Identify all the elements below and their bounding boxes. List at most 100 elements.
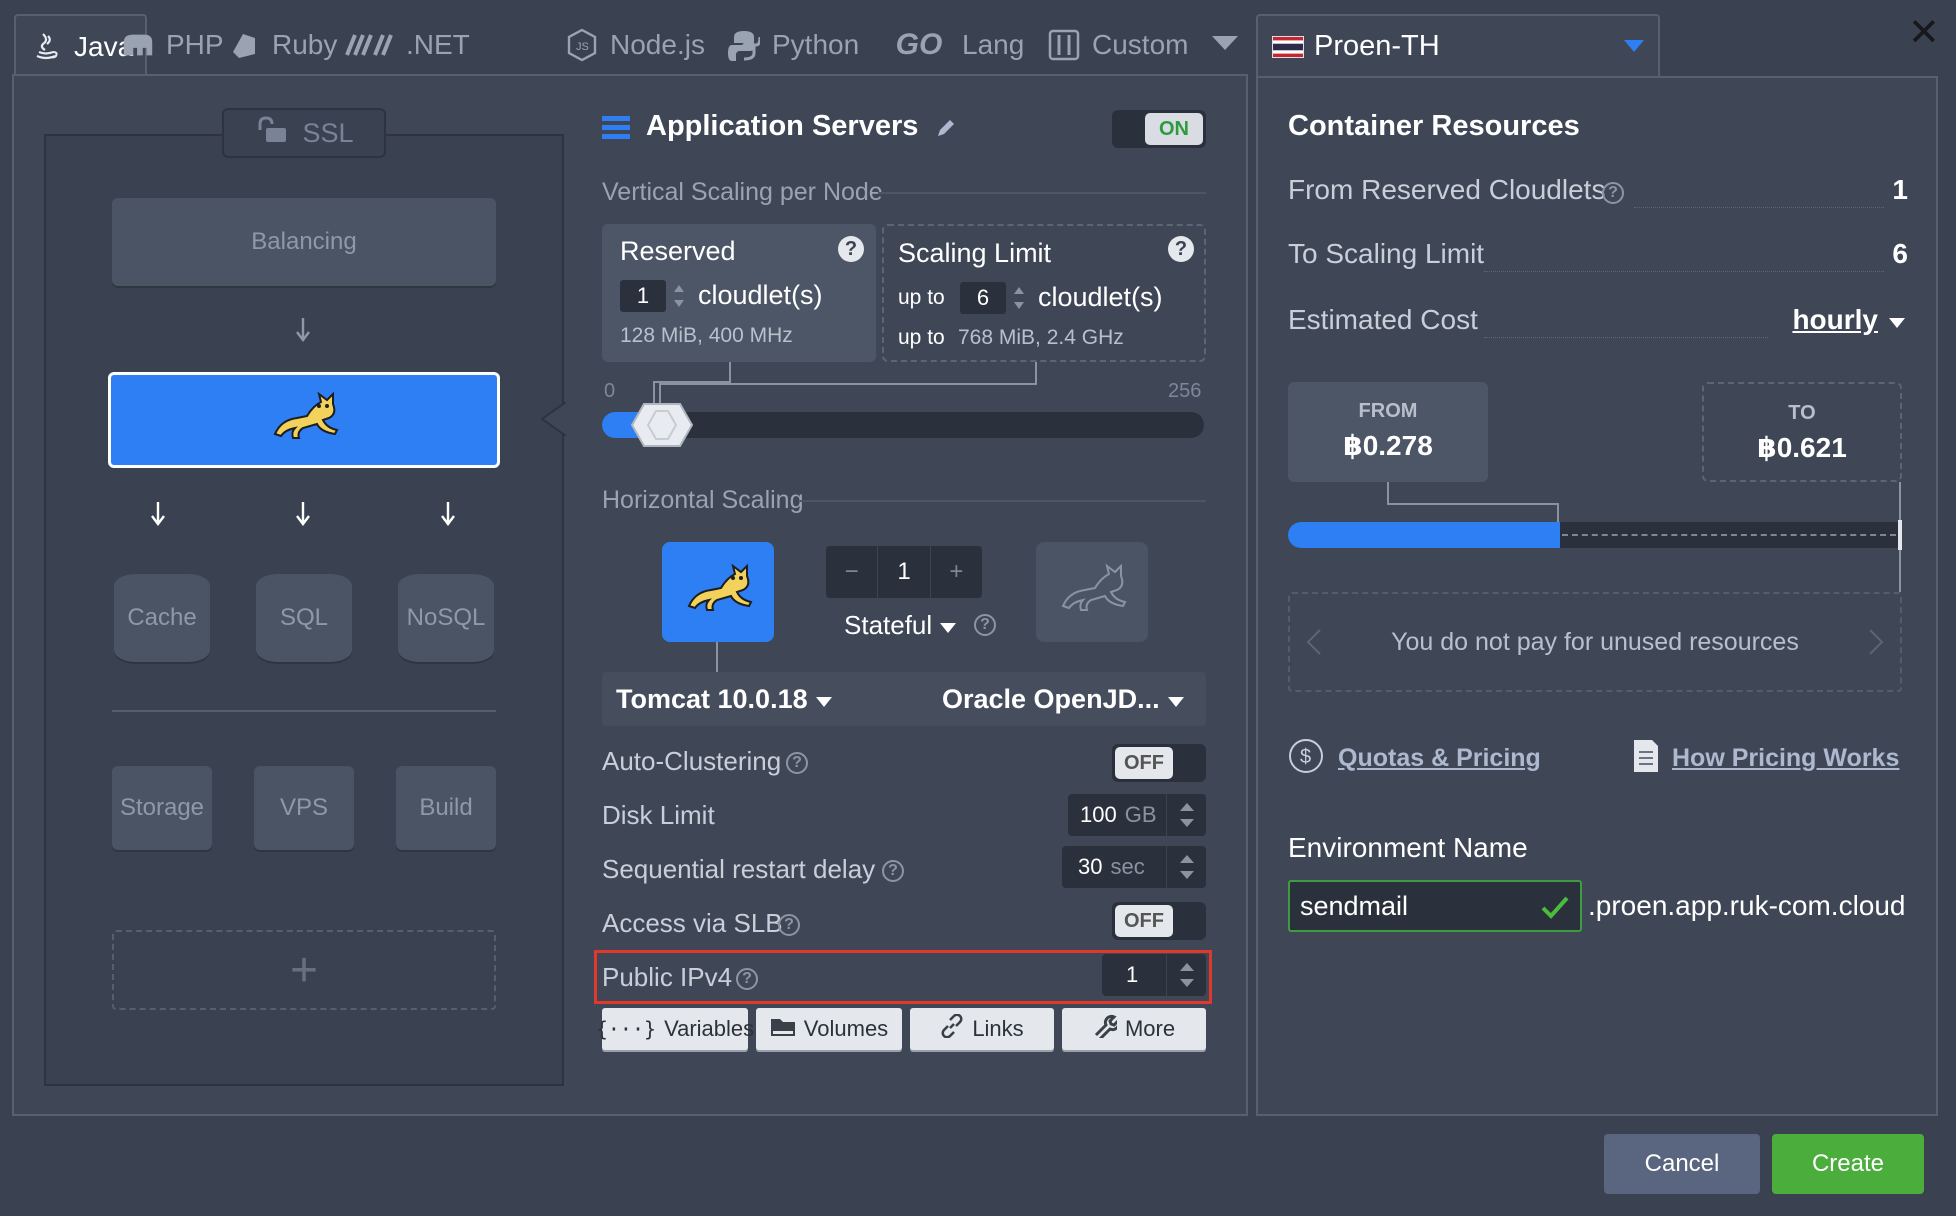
node-instance-placeholder[interactable]	[1036, 542, 1148, 642]
tab-custom[interactable]: Custom	[1046, 14, 1188, 76]
slb-toggle[interactable]: OFF	[1112, 902, 1206, 940]
jdk-dropdown[interactable]: Oracle OpenJD...	[942, 684, 1185, 715]
help-icon[interactable]: ?	[882, 860, 904, 882]
container-resources-title: Container Resources	[1288, 110, 1580, 142]
restart-delay-input[interactable]: 30 sec	[1062, 846, 1206, 888]
from-price: ฿0.278	[1343, 430, 1433, 461]
tab-nodejs[interactable]: JS Node.js	[564, 14, 705, 76]
disk-limit-value: 100	[1080, 802, 1117, 827]
build-node[interactable]: Build	[396, 766, 496, 850]
reserved-title: Reserved	[620, 236, 736, 266]
spinner-arrows-icon[interactable]	[1166, 794, 1206, 836]
create-button[interactable]: Create	[1772, 1134, 1924, 1194]
links-label: Links	[972, 1016, 1024, 1041]
scaling-limit-input[interactable]: 6	[960, 282, 1006, 314]
to-price-box: TO ฿0.621	[1702, 382, 1902, 482]
to-scaling-value: 6	[1892, 238, 1908, 269]
to-head: TO	[1788, 402, 1816, 424]
unlock-icon	[254, 115, 288, 151]
sql-node[interactable]: SQL	[256, 574, 352, 662]
jdk-label: Oracle OpenJD...	[942, 684, 1160, 714]
app-servers-title: Application Servers	[646, 110, 919, 142]
volumes-button[interactable]: Volumes	[756, 1008, 902, 1050]
how-pricing-works-link[interactable]: How Pricing Works	[1632, 738, 1899, 779]
tab-ruby[interactable]: Ruby	[226, 14, 337, 76]
scaling-limit-title: Scaling Limit	[898, 238, 1052, 268]
help-icon[interactable]: ?	[1602, 182, 1624, 204]
unused-resources-note: You do not pay for unused resources	[1288, 592, 1902, 692]
more-tabs-chevron-icon[interactable]	[1205, 32, 1240, 58]
spinner-arrows-icon[interactable]	[1012, 284, 1026, 317]
tab-label: PHP	[166, 29, 224, 60]
disk-limit-row: Disk Limit 100 GB	[602, 794, 1206, 838]
cache-label: Cache	[127, 604, 197, 631]
restart-delay-label: Sequential restart delay	[602, 854, 876, 884]
toggle-state: ON	[1145, 113, 1203, 145]
help-icon[interactable]: ?	[838, 236, 864, 262]
node-instance-active[interactable]	[662, 542, 774, 642]
auto-clustering-toggle[interactable]: OFF	[1112, 744, 1206, 782]
more-button[interactable]: More	[1062, 1008, 1206, 1050]
spinner-arrows-icon[interactable]	[1166, 846, 1206, 888]
environment-name-input[interactable]: sendmail	[1288, 880, 1582, 932]
active-node-pointer	[540, 402, 566, 436]
chevron-down-icon	[1167, 684, 1185, 714]
node-count-value[interactable]: 1	[877, 546, 931, 598]
arrow-down-icon	[150, 502, 166, 532]
variables-button[interactable]: {···} Variables	[596, 1008, 754, 1050]
app-servers-toggle[interactable]: ON	[1112, 110, 1206, 148]
stack-version-dropdown[interactable]: Tomcat 10.0.18	[616, 684, 833, 715]
pencil-icon[interactable]	[934, 116, 958, 145]
app-server-node[interactable]	[108, 372, 500, 468]
layers-icon	[602, 114, 630, 147]
disk-limit-input[interactable]: 100 GB	[1068, 794, 1206, 836]
scaling-limit-spec: 768 MiB, 2.4 GHz	[958, 326, 1124, 349]
balancing-node[interactable]: Balancing	[112, 198, 496, 286]
help-icon[interactable]: ?	[974, 614, 996, 636]
svg-text:JS: JS	[576, 41, 589, 53]
tomcat-icon	[681, 562, 755, 623]
tab-label: Ruby	[272, 29, 338, 60]
link-icon	[940, 1013, 964, 1044]
help-icon[interactable]: ?	[1168, 236, 1194, 262]
custom-icon	[1046, 27, 1082, 63]
increment-button[interactable]: +	[931, 546, 982, 598]
spinner-arrows-icon[interactable]	[672, 282, 686, 315]
ssl-toggle[interactable]: SSL	[222, 108, 386, 158]
decrement-button[interactable]: −	[826, 546, 877, 598]
add-node-button[interactable]: +	[112, 930, 496, 1010]
cancel-button[interactable]: Cancel	[1604, 1134, 1760, 1194]
tab-label: .NET	[406, 29, 470, 60]
go-icon: GO	[895, 28, 943, 61]
reserved-card: Reserved ? 1 cloudlet(s) 128 MiB, 400 MH…	[602, 224, 876, 362]
vps-node[interactable]: VPS	[254, 766, 354, 850]
quotas-pricing-link[interactable]: $ Quotas & Pricing	[1288, 738, 1541, 779]
environment-name-label: Environment Name	[1288, 832, 1528, 863]
mode-label: Stateful	[844, 610, 933, 640]
nosql-node[interactable]: NoSQL	[398, 574, 494, 662]
help-icon[interactable]: ?	[778, 914, 800, 936]
chevron-left-icon[interactable]	[1306, 628, 1322, 663]
close-icon[interactable]: ✕	[1908, 14, 1940, 52]
mode-dropdown[interactable]: Stateful	[844, 610, 957, 641]
restart-delay-unit: sec	[1110, 854, 1145, 879]
cache-node[interactable]: Cache	[114, 574, 210, 662]
slider-handle[interactable]	[622, 398, 702, 457]
chevron-right-icon[interactable]	[1868, 628, 1884, 663]
arrow-down-icon	[295, 318, 311, 348]
tab-php[interactable]: PHP	[120, 14, 224, 76]
help-icon[interactable]: ?	[786, 752, 808, 774]
reserved-cloudlets-input[interactable]: 1	[620, 280, 666, 312]
tab-go[interactable]: GO Lang	[886, 14, 1025, 76]
storage-label: Storage	[119, 794, 205, 821]
region-selector[interactable]: Proen-TH	[1256, 14, 1660, 78]
storage-node[interactable]: Storage	[112, 766, 212, 850]
java-icon	[28, 29, 64, 65]
links-button[interactable]: Links	[910, 1008, 1054, 1050]
tab-python[interactable]: Python	[726, 14, 859, 76]
tomcat-icon	[267, 390, 341, 451]
cost-period-dropdown[interactable]: hourly	[1792, 304, 1878, 336]
vertical-scaling-label: Vertical Scaling per Node	[602, 178, 883, 206]
estimated-cost-row: Estimated Cost hourly	[1288, 304, 1908, 344]
tab-dotnet[interactable]: .NET	[344, 14, 470, 76]
